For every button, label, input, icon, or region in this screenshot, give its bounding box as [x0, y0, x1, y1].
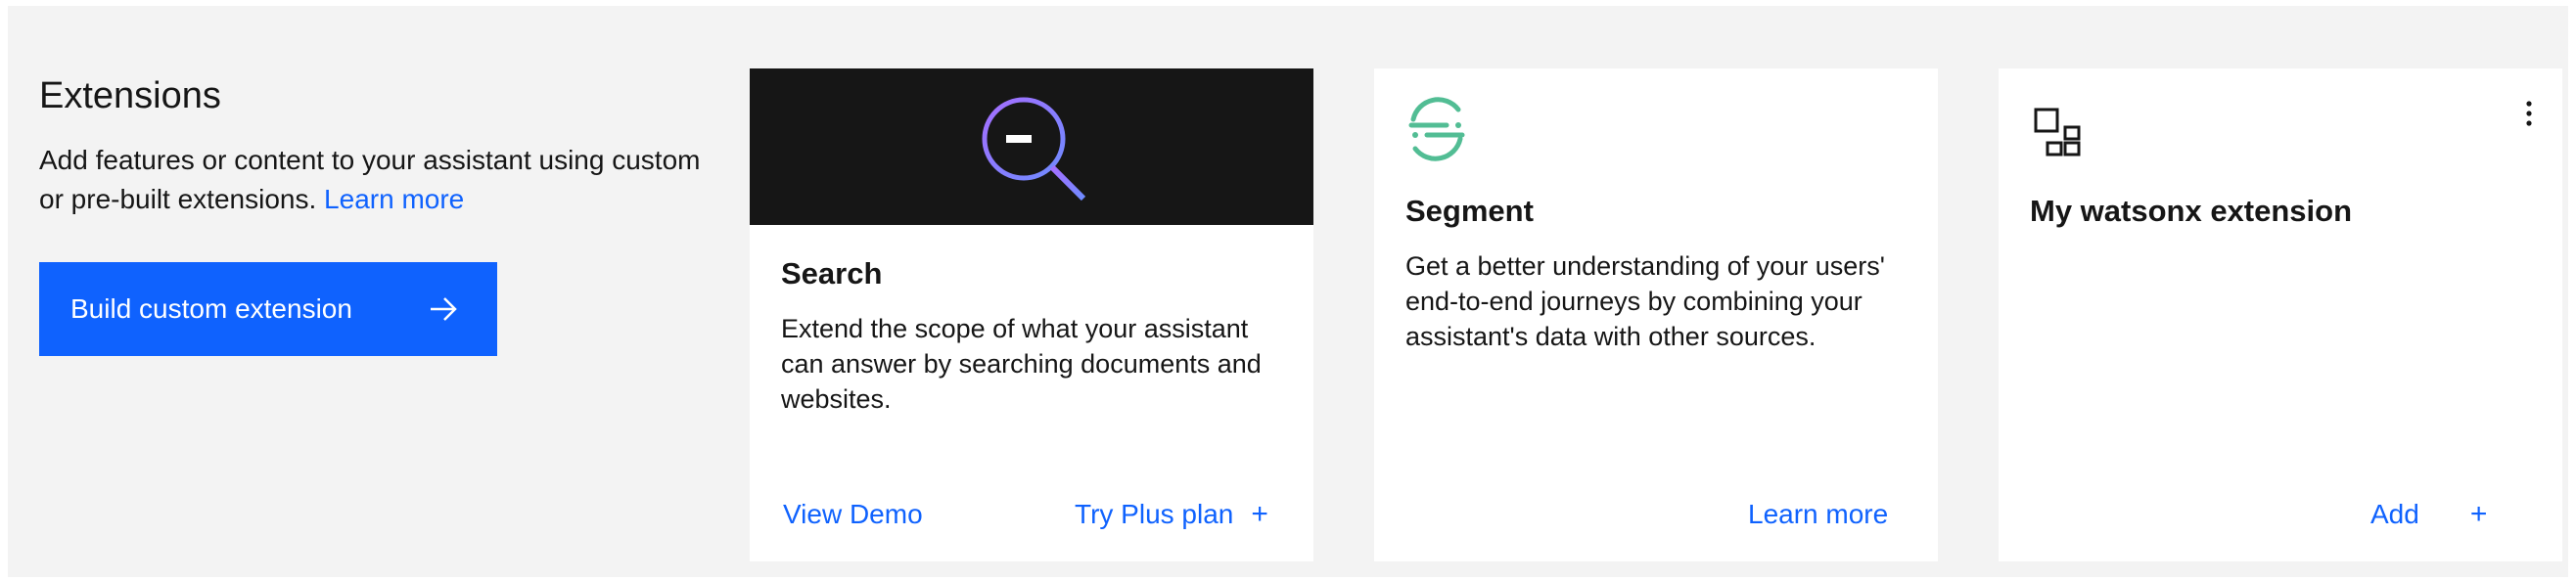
extensions-panel: Extensions Add features or content to yo… [8, 6, 2568, 577]
custom-card-title: My watsonx extension [2030, 194, 2353, 228]
segment-extension-card: Segment Get a better understanding of yo… [1374, 68, 1938, 561]
custom-extension-card: My watsonx extension Add + [1999, 68, 2562, 561]
segment-learn-more-link[interactable]: Learn more [1748, 497, 1888, 532]
build-custom-extension-label: Build custom extension [70, 293, 352, 324]
try-plus-plan-link[interactable]: Try Plus plan + [1075, 497, 1268, 532]
try-plus-plan-label: Try Plus plan [1075, 499, 1234, 529]
intro-description: Add features or content to your assistan… [39, 141, 705, 219]
page-title: Extensions [39, 75, 221, 116]
search-card-title: Search [781, 256, 883, 290]
search-extension-card: Search Extend the scope of what your ass… [750, 68, 1313, 561]
search-banner [750, 68, 1313, 225]
add-label: Add [2370, 499, 2419, 529]
plus-icon: + [2469, 498, 2488, 530]
app-grid-icon [2034, 108, 2081, 156]
intro-section: Extensions Add features or content to yo… [39, 72, 705, 219]
segment-card-description: Get a better understanding of your users… [1405, 251, 1885, 351]
arrow-right-icon [431, 297, 457, 321]
segment-card-title: Segment [1405, 194, 1534, 228]
search-card-description: Extend the scope of what your assistant … [781, 314, 1262, 414]
overflow-menu-icon[interactable] [2517, 98, 2541, 129]
segment-logo-icon [1408, 97, 1465, 161]
learn-more-link[interactable]: Learn more [324, 184, 464, 214]
plus-icon: + [1251, 498, 1268, 530]
add-extension-button[interactable]: Add + [2370, 497, 2487, 532]
search-magnifier-icon [982, 97, 1086, 201]
view-demo-link[interactable]: View Demo [783, 497, 923, 532]
build-custom-extension-button[interactable]: Build custom extension [39, 262, 497, 356]
